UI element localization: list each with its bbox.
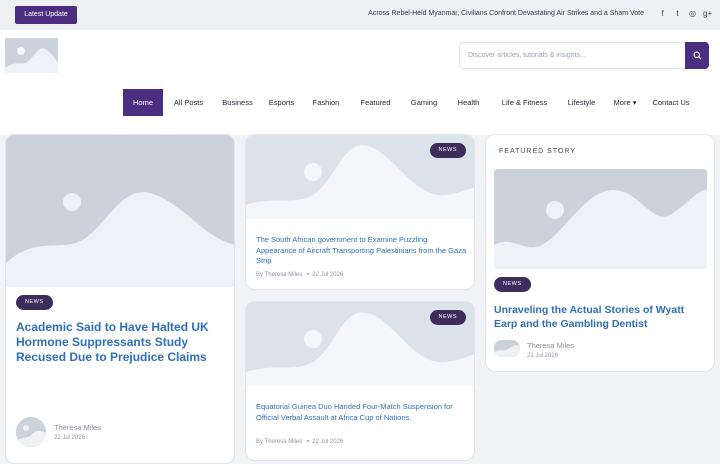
nav-item-more[interactable]: More ▾	[604, 89, 646, 116]
post-date: 22 Jul 2026	[312, 439, 344, 445]
author-name[interactable]: Theresa Miles	[527, 341, 574, 350]
post-date: 21 Jul 2026	[527, 353, 559, 359]
nav-item-all-posts[interactable]: All Posts	[163, 89, 214, 116]
facebook-icon[interactable]: f	[658, 8, 667, 20]
featured-post-title[interactable]: Unraveling the Actual Stories of Wyatt E…	[494, 304, 706, 331]
news-badge[interactable]: NEWS	[429, 310, 466, 325]
author-name[interactable]: By Theresa Miles	[256, 272, 302, 278]
search-input[interactable]	[460, 43, 686, 68]
nav-item-fashion[interactable]: Fashion	[302, 89, 350, 116]
post-title[interactable]: Academic Said to Have Halted UK Hormone …	[16, 320, 221, 365]
nav-item-contact-us[interactable]: Contact Us	[646, 89, 696, 116]
featured-post-image[interactable]	[494, 169, 707, 269]
main-post-image	[6, 135, 234, 287]
nav-item-home[interactable]: Home	[123, 89, 163, 116]
social-links: f t ◎ g+	[658, 8, 712, 20]
author-name[interactable]: By Theresa Miles	[256, 439, 302, 445]
nav-item-life-fitness[interactable]: Life & Fitness	[490, 89, 559, 116]
nav-item-business[interactable]: Business	[214, 89, 261, 116]
google-plus-icon[interactable]: g+	[703, 8, 712, 20]
twitter-icon[interactable]: t	[673, 8, 682, 20]
nav-item-esports[interactable]: Esports	[261, 89, 302, 116]
post-meta: By Theresa Miles 22 Jul 2026	[256, 272, 343, 278]
news-card[interactable]: NEWS The South African government to Exa…	[245, 134, 475, 290]
site-logo[interactable]	[5, 38, 58, 73]
separator-dot	[307, 273, 310, 276]
latest-update-badge[interactable]: Latest Update	[15, 6, 77, 24]
main-post-card[interactable]: NEWS Academic Said to Have Halted UK Hor…	[5, 134, 235, 464]
news-ticker-headline[interactable]: Across Rebel-Held Myanmar, Civilians Con…	[300, 10, 644, 17]
nav-item-gaming[interactable]: Gaming	[401, 89, 447, 116]
logo-placeholder-image	[5, 38, 58, 73]
author-name[interactable]: Theresa Miles	[54, 423, 101, 432]
news-card[interactable]: NEWS Equatorial Guinea Duo Handed Four-M…	[245, 301, 475, 461]
news-badge[interactable]: NEWS	[16, 295, 53, 310]
site-header: Home All Posts Business Esports Fashion …	[0, 30, 720, 135]
author-avatar	[16, 417, 46, 447]
post-date: 22 Jul 2026	[312, 272, 344, 278]
nav-item-lifestyle[interactable]: Lifestyle	[559, 89, 604, 116]
search-icon	[693, 51, 701, 60]
search-bar	[459, 42, 709, 69]
main-navigation: Home All Posts Business Esports Fashion …	[123, 89, 696, 116]
post-title[interactable]: The South African government to Examine …	[256, 235, 468, 267]
post-title[interactable]: Equatorial Guinea Duo Handed Four-Match …	[256, 402, 468, 423]
news-badge[interactable]: NEWS	[494, 277, 531, 292]
author-avatar	[494, 340, 520, 357]
featured-story-heading: FEATURED STORY	[499, 148, 577, 155]
search-button[interactable]	[685, 42, 709, 69]
separator-dot	[307, 440, 310, 443]
top-bar: Latest Update Across Rebel-Held Myanmar,…	[0, 0, 720, 30]
news-badge[interactable]: NEWS	[429, 143, 466, 158]
nav-item-featured[interactable]: Featured	[350, 89, 401, 116]
post-meta: By Theresa Miles 22 Jul 2026	[256, 439, 343, 445]
post-date: 22 Jul 2026	[54, 435, 86, 441]
instagram-icon[interactable]: ◎	[688, 8, 697, 20]
featured-story-card: FEATURED STORY NEWS Unraveling the Actua…	[485, 134, 715, 372]
nav-item-health[interactable]: Health	[447, 89, 490, 116]
